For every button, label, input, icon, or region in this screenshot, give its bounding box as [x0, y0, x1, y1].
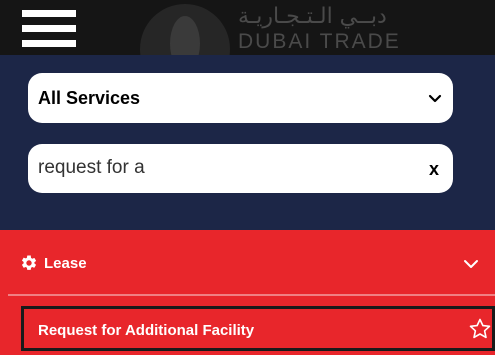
result-item-request-additional-facility[interactable]: Request for Additional Facility: [21, 306, 495, 351]
result-item-label: Request for Additional Facility: [38, 322, 255, 339]
result-group-label: Lease: [44, 255, 87, 272]
gear-icon: [21, 255, 37, 270]
dubai-trade-emblem-icon: [140, 4, 230, 55]
menu-bar: [22, 40, 76, 47]
menu-bar: [22, 25, 76, 32]
menu-bar: [22, 10, 76, 17]
selected-category: All Services: [38, 88, 141, 108]
clear-search-button[interactable]: x: [429, 160, 439, 178]
logo-arabic-text: دبــي الـتـجـاريـة: [238, 4, 387, 29]
logo-english-text: DUBAI TRADE: [238, 30, 401, 53]
results-panel: Lease Request for Additional Facility: [0, 230, 495, 355]
search-field[interactable]: x: [28, 144, 453, 193]
star-icon[interactable]: [468, 317, 492, 341]
divider: [8, 294, 495, 296]
chevron-down-icon[interactable]: [463, 257, 479, 271]
result-group-lease[interactable]: Lease: [0, 230, 495, 295]
app-header: دبــي الـتـجـاريـة DUBAI TRADE: [0, 0, 495, 55]
search-panel: All Services x: [0, 55, 495, 230]
hamburger-menu-button[interactable]: [22, 10, 76, 48]
chevron-down-icon: [428, 94, 442, 103]
search-input[interactable]: [38, 154, 398, 182]
service-category-select[interactable]: All Services: [28, 73, 453, 123]
